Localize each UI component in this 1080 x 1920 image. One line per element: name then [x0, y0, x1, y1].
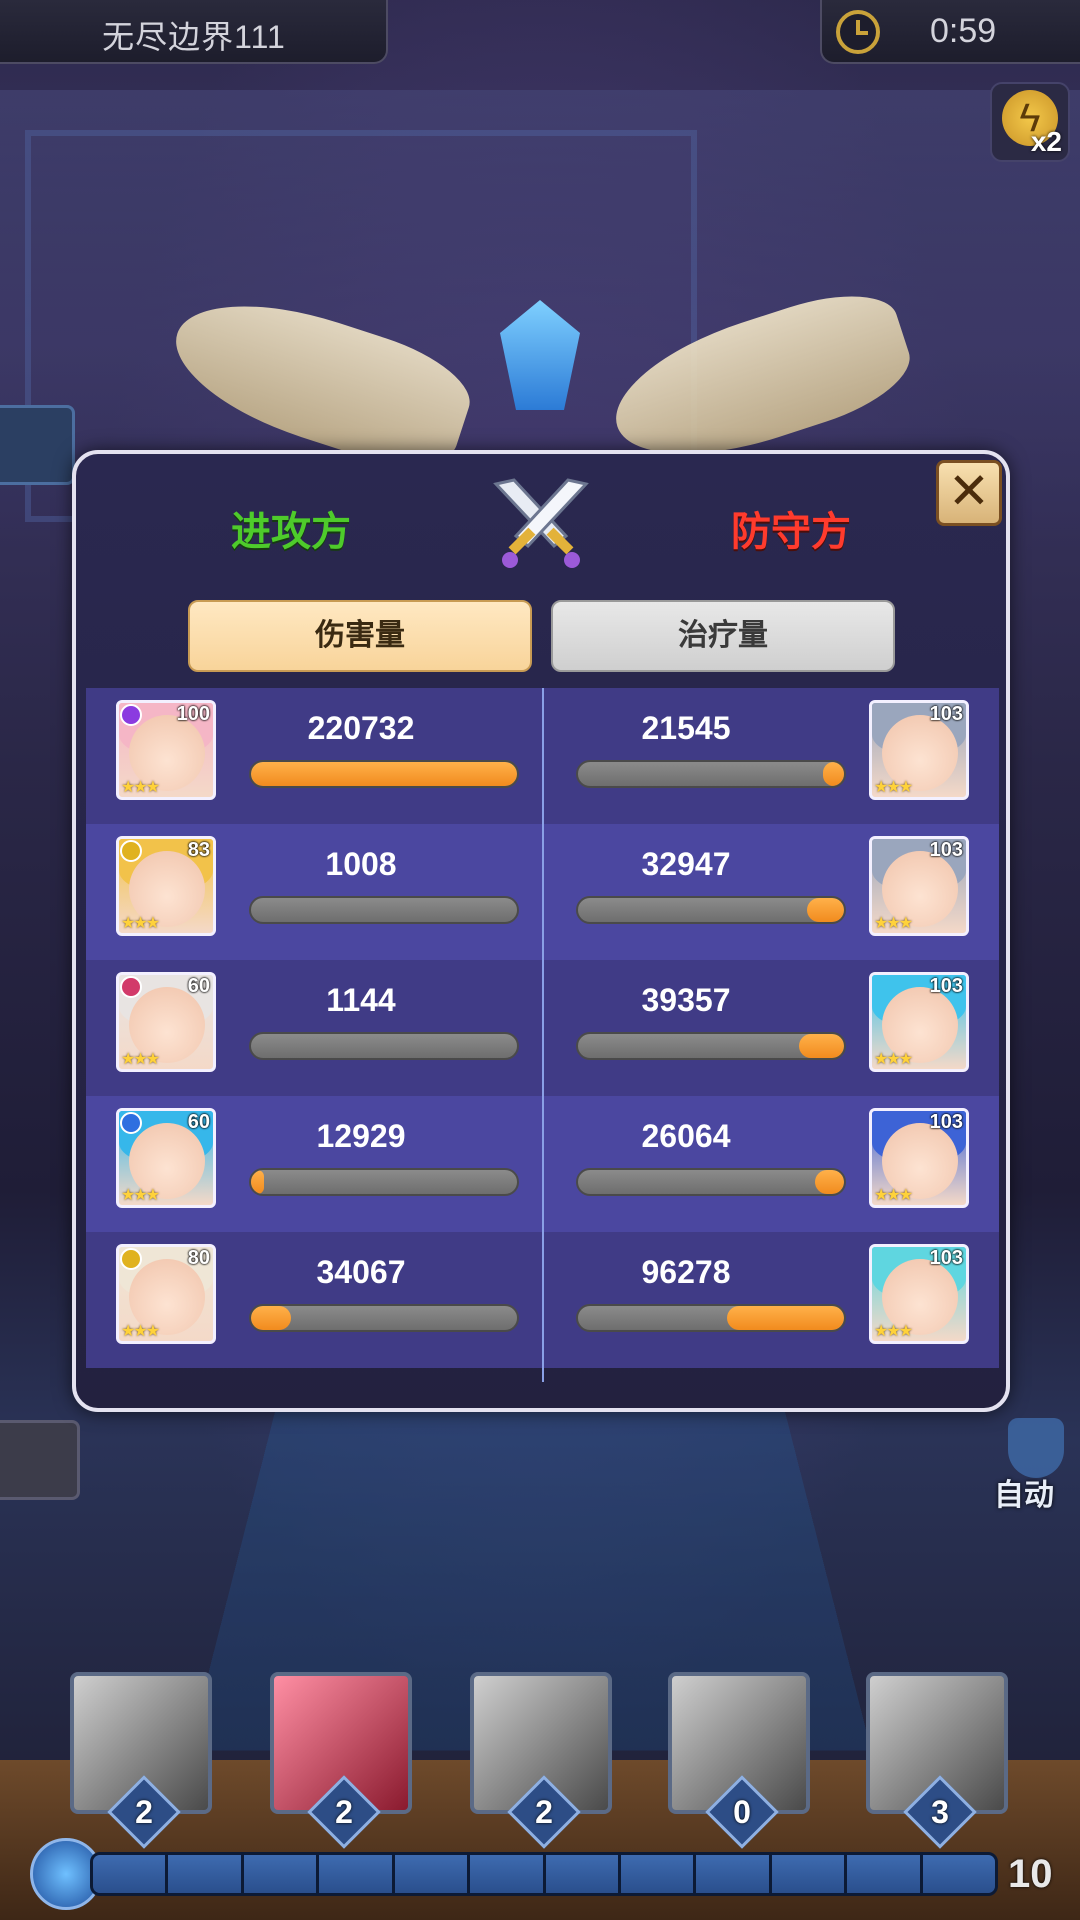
battle-stats-panel: 进攻方 防守方 ✕ 伤害量 治疗量 100 ★★★ 220732 103 ★★★ 2154…	[72, 450, 1010, 1412]
left-damage-bar	[249, 1304, 519, 1332]
right-damage-bar	[576, 1168, 846, 1196]
left-hero-portrait[interactable]: 60 ★★★	[116, 972, 216, 1072]
side-heart-button[interactable]	[0, 405, 75, 485]
skill-bar: 2 2 2 0 3	[70, 1672, 1020, 1849]
auto-button[interactable]: 自动	[990, 1418, 1080, 1518]
damage-bar-fill	[251, 1306, 291, 1330]
hero-level: 100	[176, 703, 210, 725]
close-icon: ✕	[948, 463, 990, 519]
faction-badge-icon	[120, 1248, 142, 1270]
star-rating-icon: ★★★	[874, 915, 913, 932]
right-hero-portrait[interactable]: 103 ★★★	[869, 1244, 969, 1344]
star-rating-icon: ★★★	[874, 1187, 913, 1204]
shield-icon	[1008, 1418, 1064, 1478]
damage-bar-fill	[251, 762, 517, 786]
right-damage-bar	[576, 1304, 846, 1332]
speed-toggle-button[interactable]: ϟ x2	[990, 82, 1070, 162]
hero-level: 60	[187, 975, 210, 997]
damage-bar-fill	[798, 1034, 844, 1058]
damage-bar-fill	[814, 1170, 844, 1194]
skill-phoenix-button[interactable]: 0	[668, 1672, 810, 1849]
faction-badge-icon	[120, 840, 142, 862]
left-damage-value: 12929	[316, 1118, 406, 1154]
skill-moon-button[interactable]: 3	[866, 1672, 1008, 1849]
hero-level: 103	[929, 839, 963, 861]
battle-timer: 0:59	[930, 12, 997, 50]
right-hero-portrait[interactable]: 103 ★★★	[869, 972, 969, 1072]
left-damage-value: 1144	[326, 982, 396, 1018]
right-damage-value: 39357	[641, 982, 731, 1018]
crystal-gem	[500, 300, 580, 410]
star-rating-icon: ★★★	[874, 1323, 913, 1340]
star-rating-icon: ★★★	[121, 1323, 160, 1340]
skill-count: 2	[135, 1794, 153, 1830]
stage-title: 无尽边界111	[102, 19, 286, 55]
left-damage-bar	[249, 1032, 519, 1060]
damage-bar-fill	[822, 762, 844, 786]
tab-heal[interactable]: 治疗量	[551, 600, 895, 672]
crossed-swords-icon	[493, 478, 589, 568]
auto-label: 自动	[994, 1479, 1054, 1512]
left-damage-bar	[249, 760, 519, 788]
damage-bar-fill	[251, 1170, 265, 1194]
skill-count: 3	[931, 1794, 949, 1830]
right-damage-bar	[576, 896, 846, 924]
star-rating-icon: ★★★	[874, 779, 913, 796]
hero-level: 83	[187, 839, 210, 861]
close-button[interactable]: ✕	[936, 460, 1002, 526]
left-damage-bar	[249, 1168, 519, 1196]
hero-level: 103	[929, 975, 963, 997]
energy-count: 10	[1008, 1852, 1053, 1896]
hero-level: 103	[929, 1247, 963, 1269]
hero-level: 80	[187, 1247, 210, 1269]
star-rating-icon: ★★★	[121, 1051, 160, 1068]
stage-title-bar: 无尽边界111	[0, 0, 388, 64]
left-hero-portrait[interactable]: 80 ★★★	[116, 1244, 216, 1344]
center-divider	[542, 688, 544, 1382]
right-hero-portrait[interactable]: 103 ★★★	[869, 700, 969, 800]
right-hero-portrait[interactable]: 103 ★★★	[869, 1108, 969, 1208]
faction-badge-icon	[120, 976, 142, 998]
left-hero-portrait[interactable]: 100 ★★★	[116, 700, 216, 800]
faction-badge-icon	[120, 1112, 142, 1134]
skill-count: 2	[335, 1794, 353, 1830]
speed-multiplier: x2	[1030, 126, 1062, 157]
left-hero-portrait[interactable]: 60 ★★★	[116, 1108, 216, 1208]
left-damage-value: 34067	[316, 1254, 406, 1290]
hero-level: 103	[929, 703, 963, 725]
energy-bar	[90, 1852, 998, 1896]
right-damage-value: 26064	[641, 1118, 731, 1154]
damage-bar-fill	[726, 1306, 844, 1330]
clock-icon	[836, 10, 880, 54]
attacker-label: 进攻方	[231, 510, 351, 554]
star-rating-icon: ★★★	[874, 1051, 913, 1068]
right-damage-bar	[576, 760, 846, 788]
star-rating-icon: ★★★	[121, 915, 160, 932]
skill-count: 0	[733, 1794, 751, 1830]
hero-level: 103	[929, 1111, 963, 1133]
victory-emblem	[158, 276, 922, 484]
left-damage-value: 220732	[307, 710, 415, 746]
right-damage-value: 32947	[641, 846, 731, 882]
right-damage-value: 96278	[641, 1254, 731, 1290]
skill-count: 2	[535, 1794, 553, 1830]
defender-label: 防守方	[731, 510, 851, 554]
right-damage-bar	[576, 1032, 846, 1060]
skill-slash-button[interactable]: 2	[270, 1672, 412, 1849]
left-damage-bar	[249, 896, 519, 924]
damage-bar-fill	[806, 898, 844, 922]
left-hero-portrait[interactable]: 83 ★★★	[116, 836, 216, 936]
star-rating-icon: ★★★	[121, 779, 160, 796]
star-rating-icon: ★★★	[121, 1187, 160, 1204]
right-damage-value: 21545	[641, 710, 731, 746]
right-hero-portrait[interactable]: 103 ★★★	[869, 836, 969, 936]
tab-damage[interactable]: 伤害量	[188, 600, 532, 672]
faction-badge-icon	[120, 704, 142, 726]
skill-sword-button[interactable]: 2	[70, 1672, 212, 1849]
side-hand-button[interactable]	[0, 1420, 80, 1500]
skill-bomb-button[interactable]: 2	[470, 1672, 612, 1849]
left-damage-value: 1008	[325, 846, 397, 882]
hero-level: 60	[187, 1111, 210, 1133]
